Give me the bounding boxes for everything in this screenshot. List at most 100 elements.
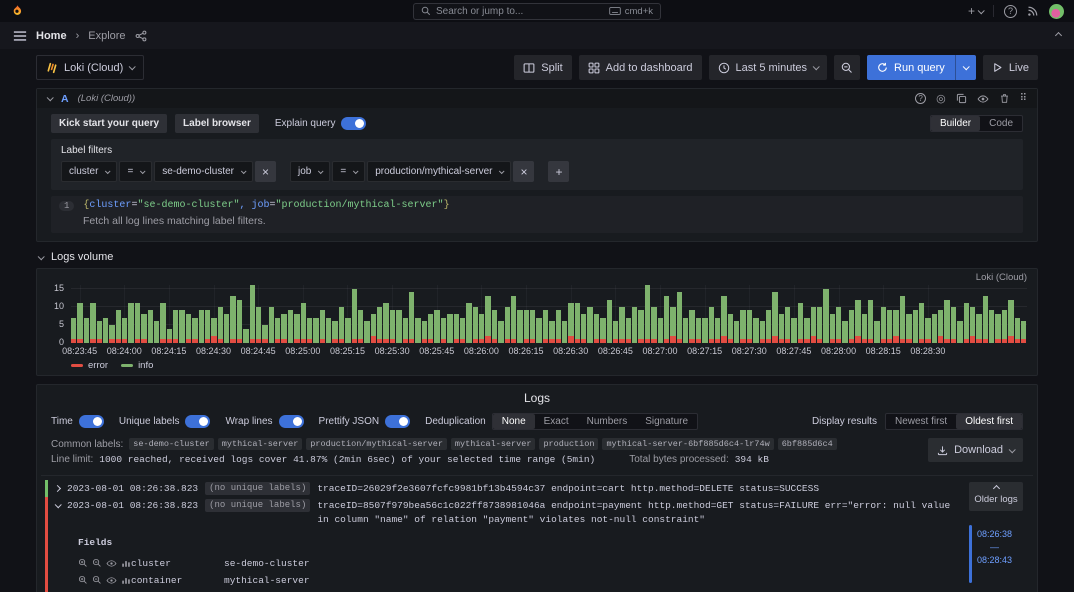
play-icon [992, 62, 1003, 73]
remove-filter-button[interactable]: × [255, 161, 276, 182]
query-ref-id: A [61, 93, 69, 105]
share-icon[interactable] [135, 30, 147, 42]
show-field-icon[interactable] [106, 558, 117, 569]
info-bar-segment [205, 310, 210, 339]
drag-handle-icon[interactable]: ⠿ [1020, 93, 1027, 104]
info-bar-segment [575, 303, 580, 339]
filter-operator-select[interactable]: = [332, 161, 365, 182]
news-icon[interactable] [1027, 5, 1039, 17]
query-row-header[interactable]: A (Loki (Cloud)) ? ◎ ⠿ [37, 89, 1037, 108]
query-preview: 1 {cluster="se-demo-cluster", job="produ… [51, 196, 1023, 233]
display-oldest-first[interactable]: Oldest first [956, 414, 1022, 429]
filter-for-value-icon[interactable] [78, 558, 88, 569]
dedup-exact[interactable]: Exact [535, 414, 578, 429]
volume-bar [734, 285, 739, 343]
volume-bar [536, 285, 541, 343]
filter-value-select[interactable]: production/mythical-server [367, 161, 511, 182]
filter-out-value-icon[interactable] [92, 575, 102, 586]
filter-label-select-value: job [298, 166, 311, 177]
download-button[interactable]: Download [928, 438, 1023, 462]
volume-bar [403, 285, 408, 343]
grafana-logo-icon[interactable] [10, 4, 25, 19]
x-tick-label: 08:27:15 [687, 346, 722, 356]
dedup-none[interactable]: None [493, 414, 535, 429]
x-tick-label: 08:24:30 [196, 346, 231, 356]
logs-volume-section-toggle[interactable]: Logs volume [38, 251, 1036, 263]
volume-bar [135, 285, 140, 343]
info-bar-segment [823, 289, 828, 343]
search-input[interactable]: cmd+k [413, 3, 661, 20]
log-row[interactable]: 2023-08-01 08:26:38.823(no unique labels… [48, 480, 961, 497]
duplicate-query-icon[interactable] [956, 93, 967, 104]
toggle-switch[interactable] [185, 415, 210, 428]
volume-bar [887, 285, 892, 343]
field-stats-icon[interactable] [121, 575, 131, 586]
filter-operator-select[interactable]: = [119, 161, 152, 182]
search-field[interactable] [436, 6, 604, 17]
filter-label-select[interactable]: cluster [61, 161, 117, 182]
query-inspector-icon[interactable]: ◎ [936, 92, 946, 105]
filter-out-value-icon[interactable] [92, 558, 102, 569]
x-tick-label: 08:27:45 [776, 346, 811, 356]
breadcrumb-home[interactable]: Home [36, 30, 67, 42]
toolbar-actions: Split Add to dashboard Last 5 minutes Ru… [514, 55, 1038, 80]
kick-start-button[interactable]: Kick start your query [51, 114, 167, 133]
legend-item-info[interactable]: info [121, 360, 153, 371]
run-query-options-button[interactable] [955, 55, 976, 80]
display-newest-first[interactable]: Newest first [886, 414, 956, 429]
query-expression[interactable]: {cluster="se-demo-cluster", job="product… [83, 200, 449, 211]
breadcrumb-current: Explore [88, 30, 125, 42]
filter-value-select[interactable]: se-demo-cluster [154, 161, 253, 182]
logs-volume-panel: Loki (Cloud) 051015 08:23:4508:24:0008:2… [36, 268, 1038, 376]
log-row[interactable]: 2023-08-01 08:26:38.823(no unique labels… [48, 497, 961, 528]
label-browser-button[interactable]: Label browser [175, 114, 259, 133]
volume-bar [275, 285, 280, 343]
info-bar-segment [760, 321, 765, 339]
plot-area [71, 285, 1027, 343]
split-button[interactable]: Split [514, 55, 571, 80]
mode-code[interactable]: Code [980, 116, 1022, 131]
dedup-signature[interactable]: Signature [636, 414, 697, 429]
field-stats-icon[interactable] [121, 558, 131, 569]
filter-for-value-icon[interactable] [78, 575, 88, 586]
add-to-dashboard-button[interactable]: Add to dashboard [579, 55, 702, 80]
volume-bar [983, 285, 988, 343]
older-logs-button[interactable]: Older logs [969, 482, 1023, 511]
remove-filter-button[interactable]: × [513, 161, 534, 182]
query-editor-body: Kick start your query Label browser Expl… [37, 108, 1037, 241]
zoom-out-button[interactable] [834, 55, 860, 80]
time-range-picker[interactable]: Last 5 minutes [709, 55, 828, 80]
disable-query-icon[interactable] [977, 93, 989, 105]
log-expand-icon[interactable] [54, 485, 61, 492]
show-field-icon[interactable] [106, 575, 117, 586]
datasource-picker[interactable]: Loki (Cloud) [36, 55, 144, 80]
new-menu-button[interactable]: + [968, 4, 983, 18]
info-bar-segment [600, 318, 605, 340]
add-filter-button[interactable]: + [548, 161, 569, 182]
live-button[interactable]: Live [983, 55, 1038, 80]
info-bar-segment [740, 310, 745, 339]
info-bar-segment [173, 310, 178, 339]
query-help-icon[interactable]: ? [915, 93, 926, 104]
mode-builder[interactable]: Builder [931, 116, 980, 131]
toggle-switch[interactable] [79, 415, 104, 428]
remove-query-icon[interactable] [999, 93, 1010, 104]
toggle-switch[interactable] [279, 415, 304, 428]
log-labels-chip: (no unique labels) [205, 499, 310, 512]
explain-query-toggle[interactable] [341, 117, 366, 130]
info-bar-segment [122, 318, 127, 340]
volume-bar [371, 285, 376, 343]
run-query-button[interactable]: Run query [867, 55, 955, 80]
dedup-numbers[interactable]: Numbers [578, 414, 637, 429]
legend-item-error[interactable]: error [71, 360, 108, 371]
log-expand-icon[interactable] [55, 502, 62, 509]
collapse-query-icon[interactable] [47, 94, 54, 101]
user-avatar[interactable] [1049, 4, 1064, 19]
toggle-switch[interactable] [385, 415, 410, 428]
menu-toggle-icon[interactable] [13, 29, 27, 43]
logs-time-nav[interactable]: 08:26:38 — 08:28:43 [969, 525, 1023, 583]
info-bar-segment [383, 303, 388, 339]
chevron-up-icon[interactable] [1055, 32, 1062, 39]
help-button[interactable]: ? [1004, 5, 1017, 18]
filter-label-select[interactable]: job [290, 161, 330, 182]
